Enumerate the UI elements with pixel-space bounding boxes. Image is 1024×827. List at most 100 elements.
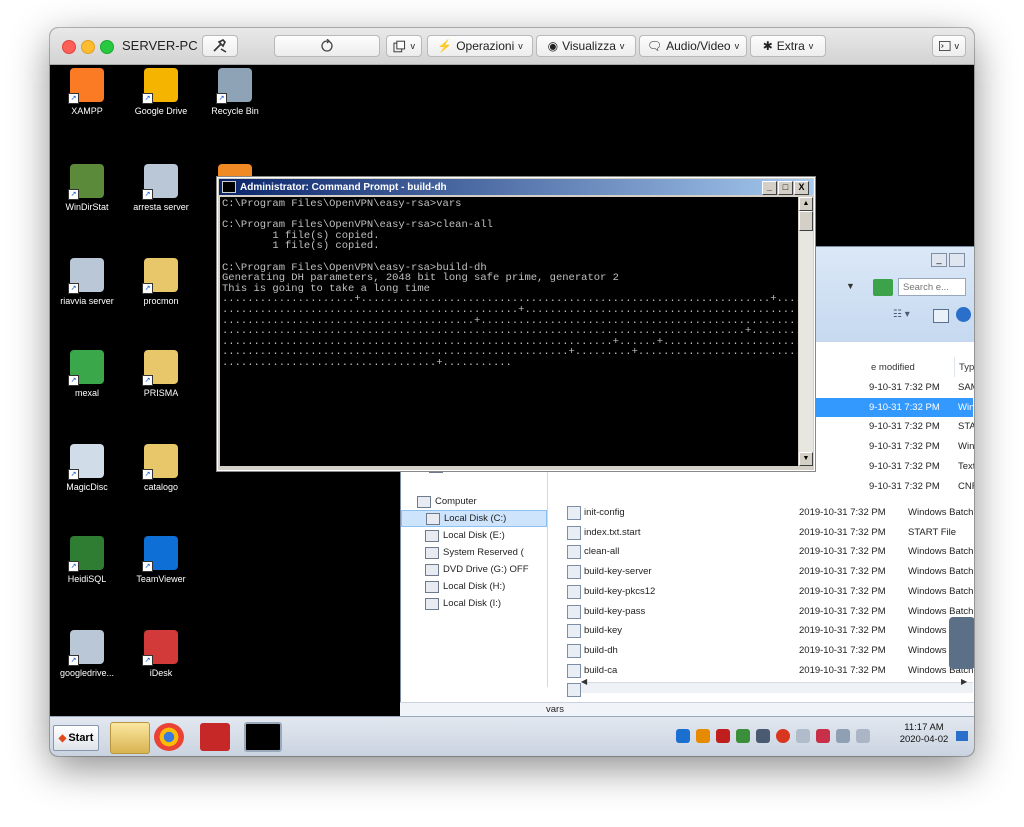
title-bar: SERVER-PC v ⚡ Operazioni v ◉ Visualizza …: [50, 28, 974, 65]
table-row[interactable]: build-dh 2019-10-31 7:32 PM Windows Batch: [401, 641, 973, 661]
minimize-window-button[interactable]: [81, 40, 95, 54]
file-type: Windows Batch: [958, 401, 974, 413]
file-date: 2019-10-31 7:32 PM: [799, 585, 886, 597]
view-options-icon[interactable]: ☷ ▾: [893, 309, 923, 323]
file-name: build-key-pass: [584, 605, 646, 617]
explorer-taskbar-icon[interactable]: [110, 722, 150, 754]
flag-tray-icon[interactable]: [816, 729, 830, 743]
network-tray-icon[interactable]: [736, 729, 750, 743]
desktop-icon[interactable]: ↗ PRISMA: [124, 350, 198, 398]
refresh-arrow-icon[interactable]: [873, 279, 893, 296]
table-row[interactable]: clean-all 2019-10-31 7:32 PM Windows Batch: [401, 542, 973, 562]
close-window-button[interactable]: [62, 40, 76, 54]
search-input[interactable]: [898, 278, 966, 296]
table-row[interactable]: build-key-server 2019-10-31 7:32 PM Window…: [401, 562, 973, 582]
command-prompt-title-bar[interactable]: Administrator: Command Prompt - build-dh…: [219, 179, 813, 195]
column-header-modified[interactable]: e modified: [867, 357, 955, 377]
scroll-left-arrow[interactable]: ◀: [581, 677, 589, 687]
table-row[interactable]: init-config 2019-10-31 7:32 PM Windows Bat…: [401, 503, 973, 523]
cmd-vertical-scrollbar[interactable]: ▲ ▼: [799, 197, 813, 466]
cmd-window-controls: _ □ X: [762, 181, 809, 195]
explorer-maximize-button[interactable]: [949, 253, 965, 267]
cmd-minimize-button[interactable]: _: [762, 181, 777, 195]
help-icon[interactable]: [956, 307, 971, 322]
desktop-icon[interactable]: ↗ MagicDisc: [50, 444, 124, 492]
scroll-up-arrow[interactable]: ▲: [799, 197, 813, 211]
taskbar-clock[interactable]: 11:17 AM 2020-04-02: [896, 722, 952, 746]
desktop-icon[interactable]: ↗ Google Drive: [124, 68, 198, 116]
batch-file-icon: [567, 663, 581, 678]
scroll-right-arrow[interactable]: ▶: [961, 677, 969, 687]
file-date: 2019-10-31 7:32 PM: [799, 644, 886, 656]
desktop-icon[interactable]: ↗ arresta server: [124, 164, 198, 212]
shortcut-arrow-icon: ↗: [68, 561, 79, 572]
file-type: Text Document: [958, 460, 974, 472]
operazioni-menu[interactable]: ⚡ Operazioni v: [427, 35, 533, 57]
table-row[interactable]: build-key-pkcs12 2019-10-31 7:32 PM Window…: [401, 582, 973, 602]
usb-tray-icon[interactable]: [756, 729, 770, 743]
terminal-menu-button[interactable]: v: [932, 35, 966, 57]
shortcut-arrow-icon: ↗: [142, 375, 153, 386]
desktop-icon[interactable]: ↗ procmon: [124, 258, 198, 306]
column-header-type[interactable]: Type: [955, 357, 974, 377]
caret: v: [954, 41, 960, 51]
table-row[interactable]: build-ca 2019-10-31 7:32 PM Windows Batch: [401, 661, 973, 681]
explorer-controls: _: [931, 253, 969, 267]
column-modified-label: e modified: [871, 361, 915, 373]
desktop-icon[interactable]: ↗ Recycle Bin: [198, 68, 272, 116]
file-date: 9-10-31 7:32 PM: [869, 401, 940, 413]
side-widget[interactable]: [949, 617, 974, 669]
openvpn-tray-icon[interactable]: [776, 729, 790, 743]
horizontal-scrollbar[interactable]: [581, 682, 973, 693]
filezilla-taskbar-icon[interactable]: [200, 723, 230, 751]
table-row[interactable]: index.txt.start 2019-10-31 7:32 PM START F…: [401, 523, 973, 543]
monitor-tray-icon[interactable]: [836, 729, 850, 743]
cmd-close-button[interactable]: X: [794, 181, 809, 195]
preview-pane-icon[interactable]: [933, 309, 949, 323]
show-desktop-icon[interactable]: [956, 731, 968, 741]
desktop-icon[interactable]: ↗ TeamViewer: [124, 536, 198, 584]
file-name: build-ca: [584, 664, 618, 676]
file-date: 9-10-31 7:32 PM: [869, 460, 940, 472]
desktop-icon-label: Recycle Bin: [211, 106, 259, 116]
zoom-window-button[interactable]: [100, 40, 114, 54]
batch-file-icon: [567, 584, 581, 599]
console-output[interactable]: C:\Program Files\OpenVPN\easy-rsa>vars C…: [220, 197, 798, 466]
shield-tray-icon[interactable]: [796, 729, 810, 743]
terminal-icon: [939, 41, 951, 51]
scroll-thumb[interactable]: [799, 211, 813, 231]
visualizza-menu[interactable]: ◉ Visualizza v: [536, 35, 636, 57]
address-dropdown[interactable]: ▼: [846, 281, 874, 297]
desktop-icon[interactable]: ↗ riavvia server: [50, 258, 124, 306]
cmd-maximize-button[interactable]: □: [778, 181, 793, 195]
alert-tray-icon[interactable]: [716, 729, 730, 743]
extra-menu[interactable]: ✱ Extra v: [750, 35, 826, 57]
volume-icon[interactable]: [856, 729, 870, 743]
audio-video-menu[interactable]: 🗨 Audio/Video v: [639, 35, 747, 57]
teamviewer-icon: ↗: [142, 536, 178, 572]
start-button[interactable]: ◆ Start: [53, 725, 99, 751]
table-row[interactable]: build-key 2019-10-31 7:32 PM Windows Batch: [401, 621, 973, 641]
desktop-icon-label: arresta server: [133, 202, 189, 212]
cmd-taskbar-icon[interactable]: [244, 722, 282, 752]
screens-button[interactable]: v: [386, 35, 422, 57]
desktop-icon-label: PRISMA: [143, 388, 179, 398]
explorer-minimize-button[interactable]: _: [931, 253, 947, 267]
scroll-down-arrow[interactable]: ▼: [799, 452, 813, 466]
teamviewer-tray-icon[interactable]: [676, 729, 690, 743]
desktop-icon[interactable]: ↗ mexal: [50, 350, 124, 398]
desktop-icon[interactable]: ↗ googledrive...: [50, 630, 124, 678]
file-date: 2019-10-31 7:32 PM: [799, 526, 886, 538]
xampp-tray-icon[interactable]: [696, 729, 710, 743]
table-row[interactable]: build-key-pass 2019-10-31 7:32 PM Windows …: [401, 602, 973, 622]
desktop-icon[interactable]: ↗ catalogo: [124, 444, 198, 492]
refresh-button[interactable]: [274, 35, 380, 57]
chrome-taskbar-icon[interactable]: [154, 723, 184, 751]
gears-icon: ↗: [68, 258, 104, 294]
desktop-icon[interactable]: ↗ iDesk: [124, 630, 198, 678]
batch-file-icon: [567, 565, 581, 580]
desktop-icon[interactable]: ↗ XAMPP: [50, 68, 124, 116]
desktop-icon[interactable]: ↗ WinDirStat: [50, 164, 124, 212]
tools-button[interactable]: [202, 35, 238, 57]
desktop-icon[interactable]: ↗ HeidiSQL: [50, 536, 124, 584]
